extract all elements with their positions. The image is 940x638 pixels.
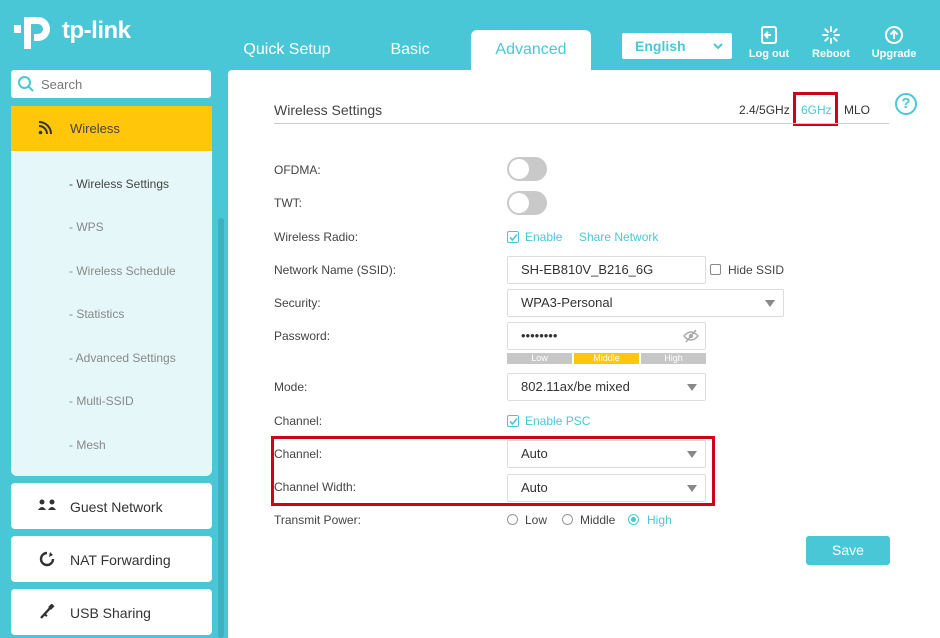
power-radio-high[interactable] <box>628 514 639 525</box>
upgrade-icon <box>885 26 903 44</box>
wireless-radio-label: Wireless Radio: <box>274 230 359 244</box>
sidebar-search[interactable] <box>11 70 211 98</box>
tp-link-logo[interactable]: tp-link <box>10 6 140 56</box>
dropdown-arrow-icon <box>687 384 697 391</box>
mode-label: Mode: <box>274 380 308 394</box>
band-tab-mlo[interactable]: MLO <box>844 103 870 117</box>
sidebar-item-wireless-settings[interactable]: - Wireless Settings <box>69 177 169 191</box>
strength-low: Low <box>507 353 572 364</box>
power-middle-label[interactable]: Middle <box>580 513 615 527</box>
hide-password-icon[interactable] <box>683 329 699 343</box>
main-panel: Wireless Settings 2.4/5GHz 6GHz MLO ? OF… <box>228 70 940 638</box>
upgrade-button[interactable]: Upgrade <box>864 25 924 60</box>
search-icon <box>18 76 34 92</box>
sidebar-item-nat-forwarding[interactable]: NAT Forwarding <box>11 536 212 582</box>
hide-ssid-label[interactable]: Hide SSID <box>728 263 784 277</box>
guest-network-icon <box>38 499 56 510</box>
ofdma-toggle[interactable] <box>507 157 547 181</box>
sidebar-item-wireless[interactable]: Wireless <box>11 106 212 151</box>
check-icon <box>509 417 518 426</box>
password-strength-meter: Low Middle High <box>507 353 706 364</box>
sidebar-item-wireless-label: Wireless <box>70 121 120 136</box>
enable-psc-label[interactable]: Enable PSC <box>525 414 590 428</box>
brand-name: tp-link <box>62 17 131 44</box>
wireless-radio-enable-label[interactable]: Enable <box>525 230 562 244</box>
reboot-icon <box>822 26 840 44</box>
share-network-link[interactable]: Share Network <box>579 230 658 244</box>
strength-middle: Middle <box>574 353 639 364</box>
nat-forwarding-icon <box>39 551 55 567</box>
tp-link-logo-icon <box>14 17 50 49</box>
mode-select[interactable]: 802.11ax/be mixed <box>507 373 706 401</box>
sidebar-item-usb-sharing[interactable]: USB Sharing <box>11 589 212 635</box>
password-value: •••••••• <box>521 328 558 343</box>
help-icon[interactable]: ? <box>895 93 917 115</box>
ofdma-label: OFDMA: <box>274 163 321 177</box>
security-label: Security: <box>274 296 321 310</box>
power-high-label[interactable]: High <box>647 513 672 527</box>
sidebar-item-advanced-settings[interactable]: - Advanced Settings <box>69 351 176 365</box>
sidebar-wireless-section: Wireless - Wireless Settings - WPS - Wir… <box>11 106 212 476</box>
twt-toggle[interactable] <box>507 191 547 215</box>
power-radio-middle[interactable] <box>562 514 573 525</box>
band-tab-2-4-5ghz[interactable]: 2.4/5GHz <box>739 103 790 117</box>
password-label: Password: <box>274 329 331 343</box>
enable-psc-checkbox[interactable] <box>507 415 519 427</box>
logout-button[interactable]: Log out <box>739 25 799 60</box>
sidebar-item-wps[interactable]: - WPS <box>69 220 104 234</box>
wireless-radio-checkbox[interactable] <box>507 231 519 243</box>
sidebar-item-guest-network-label: Guest Network <box>70 499 163 515</box>
sidebar-item-wireless-schedule[interactable]: - Wireless Schedule <box>69 264 176 278</box>
logout-label: Log out <box>748 48 790 60</box>
password-input[interactable]: •••••••• <box>507 322 706 350</box>
upgrade-label: Upgrade <box>871 48 917 60</box>
top-bar: tp-link Quick Setup Basic Advanced Engli… <box>0 0 940 70</box>
page-title: Wireless Settings <box>274 102 383 118</box>
sidebar-item-usb-sharing-label: USB Sharing <box>70 605 151 621</box>
security-select[interactable]: WPA3-Personal <box>507 289 784 317</box>
chevron-down-icon <box>713 43 723 50</box>
channel-psc-label: Channel: <box>274 414 323 428</box>
power-low-label[interactable]: Low <box>525 513 547 527</box>
wireless-icon <box>38 121 52 135</box>
strength-high: High <box>641 353 706 364</box>
annotation-box-channel <box>271 436 715 506</box>
sidebar-item-statistics[interactable]: - Statistics <box>69 307 124 321</box>
tab-advanced[interactable]: Advanced <box>471 30 591 70</box>
save-button[interactable]: Save <box>806 536 890 565</box>
search-input[interactable] <box>41 74 206 94</box>
sidebar-scrollbar[interactable] <box>218 218 224 638</box>
dropdown-arrow-icon <box>765 300 775 307</box>
tab-basic[interactable]: Basic <box>360 30 460 70</box>
ssid-input[interactable]: SH-EB810V_B216_6G <box>507 256 706 284</box>
transmit-power-label: Transmit Power: <box>274 513 361 527</box>
power-radio-low[interactable] <box>507 514 518 525</box>
twt-label: TWT: <box>274 196 302 210</box>
language-select[interactable]: English <box>622 33 732 59</box>
ssid-label: Network Name (SSID): <box>274 263 397 277</box>
ssid-value: SH-EB810V_B216_6G <box>521 262 654 277</box>
logout-icon <box>761 26 777 44</box>
sidebar-item-multi-ssid[interactable]: - Multi-SSID <box>69 394 134 408</box>
sidebar-item-mesh[interactable]: - Mesh <box>69 438 106 452</box>
reboot-button[interactable]: Reboot <box>801 25 861 60</box>
title-divider <box>274 123 889 124</box>
mode-value: 802.11ax/be mixed <box>521 379 630 394</box>
usb-sharing-icon <box>40 604 55 619</box>
security-value: WPA3-Personal <box>521 295 613 310</box>
check-icon <box>509 233 518 242</box>
tab-quick-setup[interactable]: Quick Setup <box>232 30 342 70</box>
annotation-box-6ghz <box>793 92 838 126</box>
hide-ssid-checkbox[interactable] <box>710 264 721 275</box>
reboot-label: Reboot <box>812 48 850 60</box>
sidebar-item-guest-network[interactable]: Guest Network <box>11 483 212 529</box>
language-value: English <box>635 38 686 54</box>
sidebar-item-nat-forwarding-label: NAT Forwarding <box>70 552 171 568</box>
